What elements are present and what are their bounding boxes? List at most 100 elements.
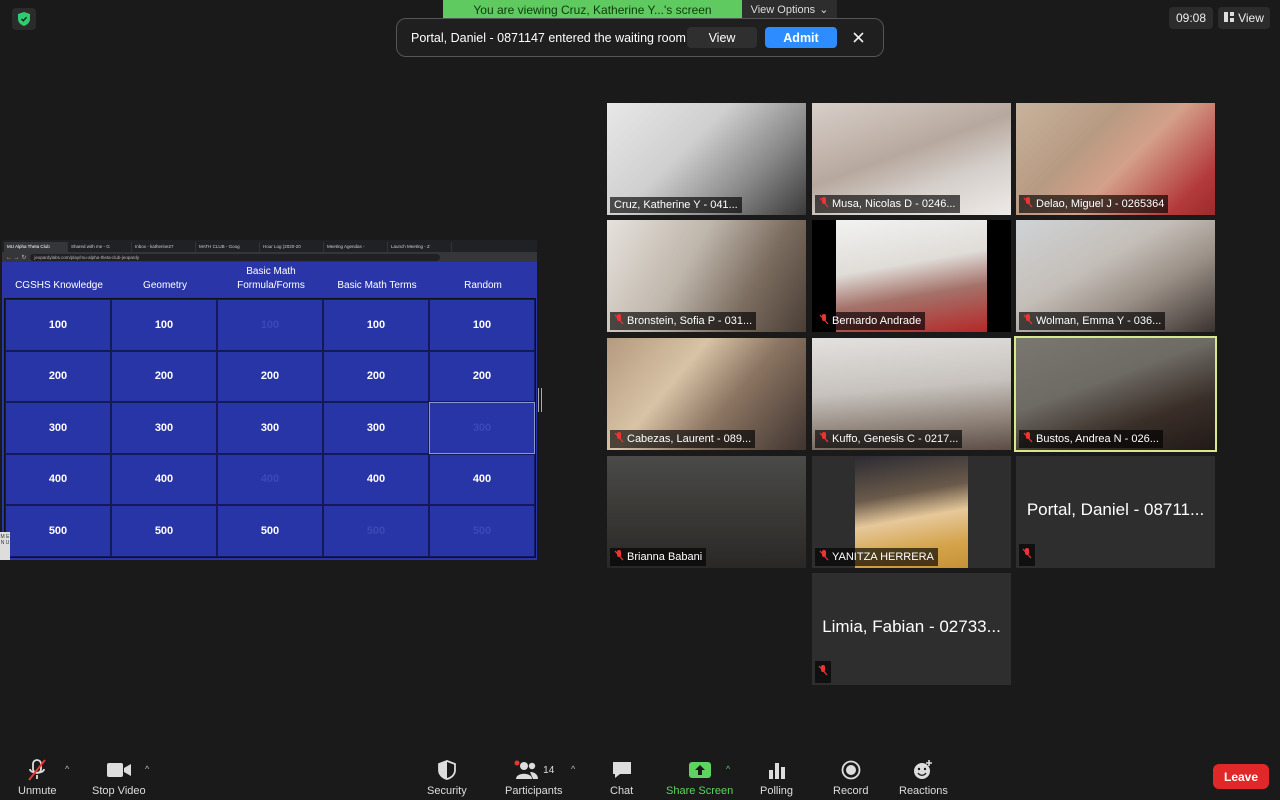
jeopardy-cell-used: 400	[217, 453, 323, 505]
category-header: Basic Math Terms	[337, 280, 417, 291]
chat-button[interactable]: Chat	[610, 758, 633, 797]
browser-tab-strip: MU Alpha Theta Club Shared with me - G I…	[2, 240, 537, 252]
share-screen-icon	[688, 758, 712, 782]
jeopardy-cell: 500	[217, 505, 323, 557]
video-tile-camera-off[interactable]: Limia, Fabian - 02733...	[812, 573, 1011, 685]
participant-name: Bronstein, Sofia P - 031...	[610, 312, 757, 330]
category-header: Basic Math Formula/Forms	[237, 266, 305, 291]
browser-address-bar: jeopardylabs.com/play/mu-alpha-theta-clu…	[30, 253, 441, 261]
participant-name-large: Portal, Daniel - 08711...	[1026, 500, 1205, 519]
bar-chart-icon	[767, 758, 787, 782]
leave-button[interactable]: Leave	[1213, 764, 1269, 789]
video-tile[interactable]: Musa, Nicolas D - 0246...	[812, 103, 1011, 215]
video-tile[interactable]: Bernardo Andrade	[812, 220, 1011, 332]
browser-tab: Inbox - katherine27	[132, 242, 196, 252]
video-tile[interactable]: Delao, Miguel J - 0265364	[1016, 103, 1215, 215]
jeopardy-board: 100 100 100 100 100 200 200 200 200 200 …	[4, 298, 536, 558]
record-button[interactable]: Record	[833, 758, 868, 797]
jeopardy-cell-used: 100	[217, 299, 323, 351]
stop-video-button[interactable]: Stop Video	[92, 758, 146, 797]
video-tile[interactable]: YANITZA HERRERA	[812, 456, 1011, 568]
participant-name: YANITZA HERRERA	[815, 548, 938, 566]
muted-mic-icon	[819, 432, 829, 446]
muted-mic-icon	[1023, 314, 1033, 328]
muted-microphone-icon	[25, 758, 49, 782]
video-options-caret-icon[interactable]: ^	[145, 764, 149, 774]
participants-button[interactable]: 14 Participants	[505, 758, 562, 797]
jeopardy-cell: 200	[5, 350, 111, 402]
video-tile[interactable]: Cruz, Katherine Y - 041...	[607, 103, 806, 215]
audio-options-caret-icon[interactable]: ^	[65, 764, 69, 774]
participants-caret-icon[interactable]: ^	[571, 764, 575, 774]
jeopardy-cell: 300	[5, 402, 111, 454]
jeopardy-cell: 100	[323, 299, 429, 351]
participant-name: Cruz, Katherine Y - 041...	[610, 197, 742, 213]
jeopardy-cell: 500	[5, 505, 111, 557]
jeopardy-cell: 300	[323, 402, 429, 454]
participant-name: Cabezas, Laurent - 089...	[610, 430, 756, 448]
participant-name: Bernardo Andrade	[815, 312, 926, 330]
gallery-icon	[1224, 11, 1235, 25]
video-tile-active-speaker[interactable]: Bustos, Andrea N - 026...	[1014, 336, 1217, 452]
view-options-button[interactable]: View Options ⌄	[742, 0, 837, 19]
close-icon[interactable]	[849, 27, 867, 48]
muted-mic-icon	[614, 314, 624, 328]
muted-mic-icon	[1023, 197, 1033, 211]
video-tile-camera-off[interactable]: Portal, Daniel - 08711...	[1016, 456, 1215, 568]
jeopardy-cell: 100	[5, 299, 111, 351]
unmute-button[interactable]: Unmute	[18, 758, 57, 797]
waiting-room-view-button[interactable]: View	[687, 27, 757, 48]
video-tile[interactable]: Wolman, Emma Y - 036...	[1016, 220, 1215, 332]
muted-mic-icon	[819, 197, 829, 211]
encryption-shield-icon[interactable]	[12, 8, 36, 30]
participant-name-large: Limia, Fabian - 02733...	[822, 617, 1001, 636]
jeopardy-cell: 200	[217, 350, 323, 402]
view-mode-label: View	[1238, 11, 1264, 25]
jeopardy-cell-used: 300	[429, 402, 535, 454]
split-resize-handle[interactable]	[538, 388, 542, 412]
participant-name: Musa, Nicolas D - 0246...	[815, 195, 960, 213]
muted-mic-icon	[1019, 544, 1035, 566]
jeopardy-cell: 100	[111, 299, 217, 351]
jeopardy-cell: 200	[429, 350, 535, 402]
browser-tab: Shared with me - G	[68, 242, 132, 252]
reactions-button[interactable]: Reactions	[899, 758, 948, 797]
video-camera-icon	[106, 758, 132, 782]
video-tile[interactable]: Brianna Babani	[607, 456, 806, 568]
jeopardy-cell: 300	[111, 402, 217, 454]
share-screen-button[interactable]: Share Screen	[666, 758, 733, 797]
meeting-clock: 09:08	[1169, 7, 1213, 29]
participants-count: 14	[543, 764, 555, 776]
view-mode-button[interactable]: View	[1218, 7, 1270, 29]
participants-icon: 14	[513, 758, 554, 782]
jeopardy-cell: 400	[429, 453, 535, 505]
jeopardy-cell: 500	[111, 505, 217, 557]
muted-mic-icon	[1023, 432, 1033, 446]
admit-button[interactable]: Admit	[765, 27, 837, 48]
browser-tab: MU Alpha Theta Club	[4, 242, 68, 252]
polling-button[interactable]: Polling	[760, 758, 793, 797]
jeopardy-cell: 200	[111, 350, 217, 402]
jeopardy-menu-tab: M E N U	[0, 532, 10, 560]
record-icon	[841, 758, 861, 782]
category-header: Random	[464, 280, 502, 291]
participant-name: Bustos, Andrea N - 026...	[1019, 430, 1163, 448]
emoji-add-icon	[912, 758, 934, 782]
jeopardy-cell-used: 500	[323, 505, 429, 557]
video-tile[interactable]: Bronstein, Sofia P - 031...	[607, 220, 806, 332]
browser-tab: Meeting Agendas -	[324, 242, 388, 252]
jeopardy-cell: 100	[429, 299, 535, 351]
security-button[interactable]: Security	[427, 758, 467, 797]
waiting-room-notification: Portal, Daniel - 0871147 entered the wai…	[396, 18, 884, 57]
video-tile[interactable]: Kuffo, Genesis C - 0217...	[812, 338, 1011, 450]
jeopardy-cell: 400	[111, 453, 217, 505]
share-options-caret-icon[interactable]: ^	[726, 764, 730, 774]
muted-mic-icon	[819, 314, 829, 328]
browser-nav-icons: ← → ↻	[6, 254, 27, 261]
participant-name: Brianna Babani	[610, 548, 707, 566]
category-header: Geometry	[143, 280, 187, 291]
browser-tab: Hour Log (2020-20	[260, 242, 324, 252]
jeopardy-cell: 400	[323, 453, 429, 505]
video-tile[interactable]: Cabezas, Laurent - 089...	[607, 338, 806, 450]
jeopardy-categories: CGSHS Knowledge Geometry Basic Math Form…	[2, 262, 537, 294]
